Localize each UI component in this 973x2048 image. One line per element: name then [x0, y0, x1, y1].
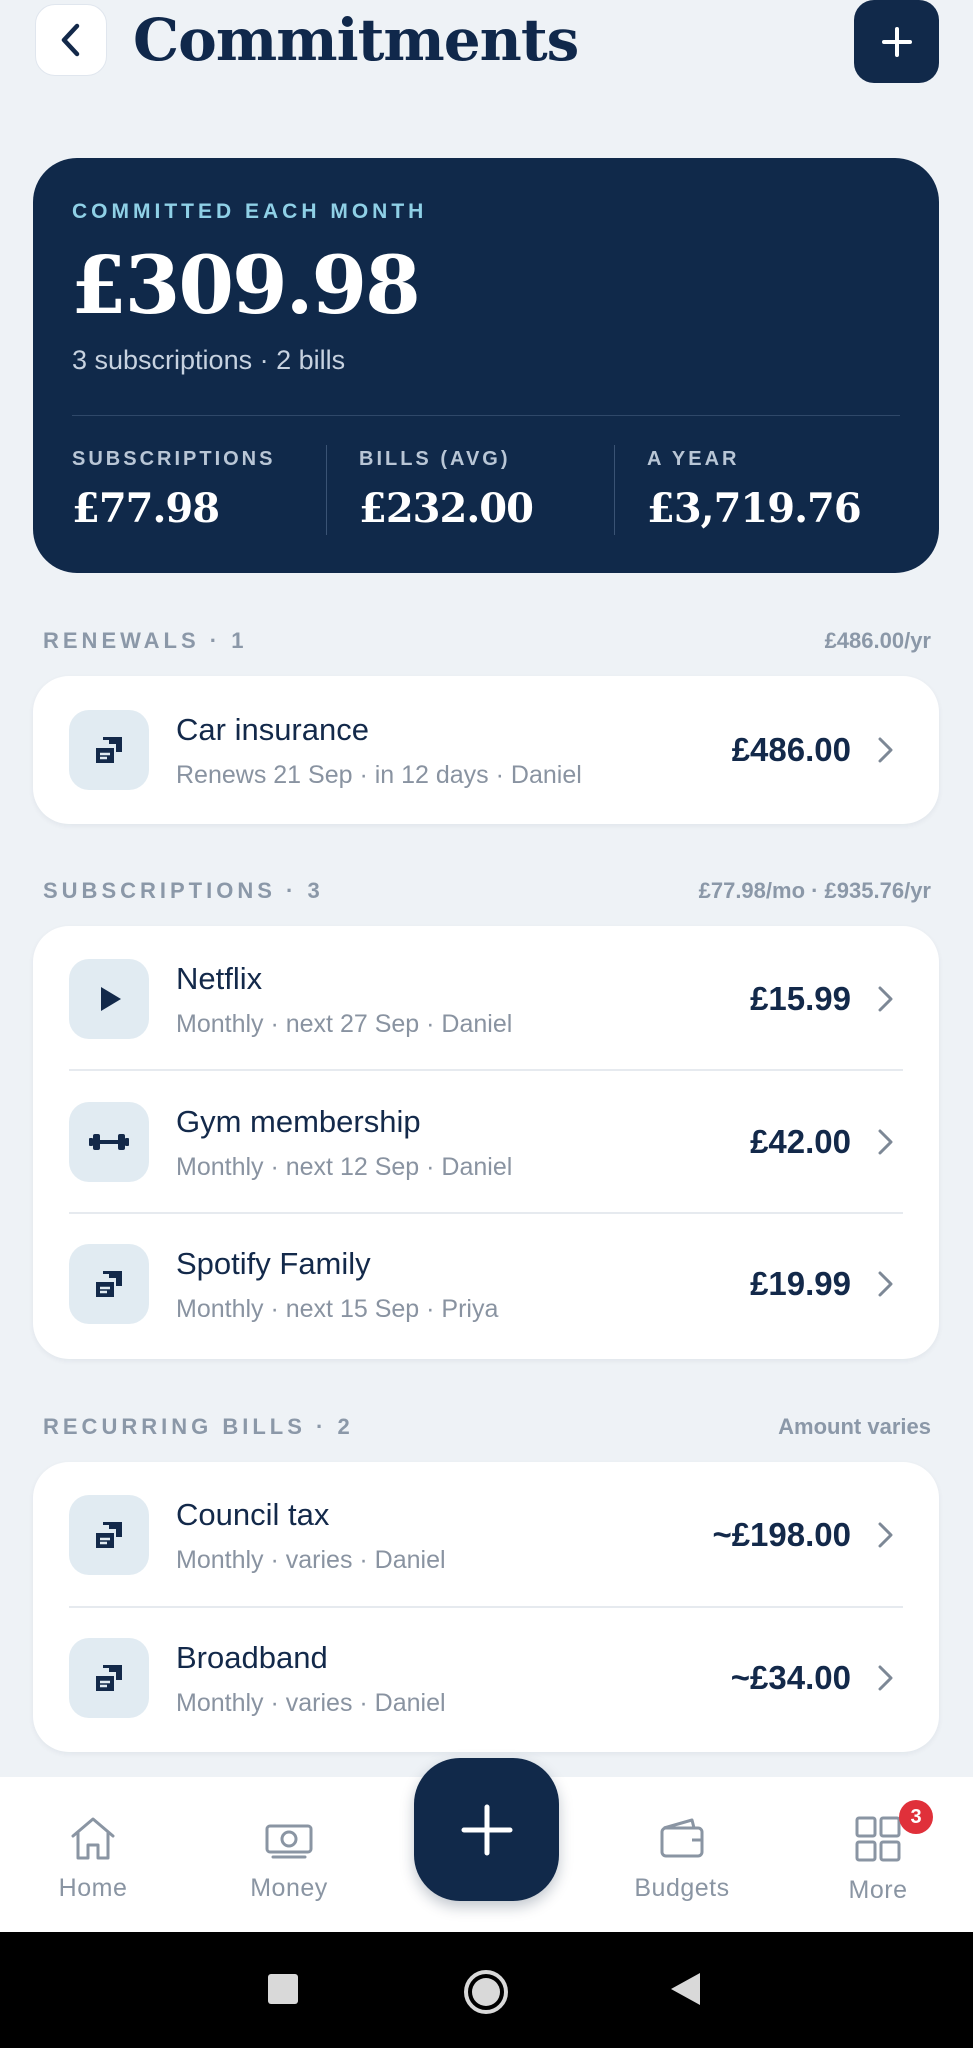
- item-details: Renews 21 Sep · in 12 days · Daniel: [176, 761, 582, 789]
- chevron-left-icon: [61, 23, 80, 57]
- stat-a-year: A YEAR £3,719.76: [647, 448, 862, 532]
- list-item-netflix[interactable]: Netflix Monthly · next 27 Sep · Daniel £…: [33, 928, 939, 1070]
- back-button[interactable]: [35, 4, 107, 76]
- item-details: Monthly · next 27 Sep · Daniel: [176, 1010, 513, 1038]
- stat-value: £3,719.76: [647, 485, 862, 532]
- item-name: Car insurance: [176, 712, 369, 747]
- receipt-icon: [69, 1495, 149, 1575]
- stat-separator: [614, 445, 615, 535]
- item-name: Gym membership: [176, 1104, 421, 1139]
- item-amount: £15.99: [750, 980, 851, 1017]
- item-name: Netflix: [176, 961, 263, 996]
- chevron-right-icon: [878, 986, 893, 1012]
- recurring-bills-section-header: RECURRING BILLS · 2 Amount varies: [43, 1412, 931, 1442]
- add-commitment-button[interactable]: [854, 0, 939, 83]
- chevron-right-icon: [878, 1129, 893, 1155]
- wallet-icon: [660, 1818, 704, 1858]
- list-item-gym-membership[interactable]: Gym membership Monthly · next 12 Sep · D…: [33, 1071, 939, 1213]
- item-amount: £486.00: [731, 731, 851, 768]
- item-details: Monthly · next 12 Sep · Daniel: [176, 1153, 513, 1181]
- stat-label: SUBSCRIPTIONS: [72, 448, 276, 470]
- section-meta: £486.00/yr: [824, 628, 931, 653]
- app-header: Commitments: [0, 0, 973, 100]
- nav-label: Money: [250, 1874, 328, 1902]
- summary-eyebrow: COMMITTED EACH MONTH: [72, 200, 428, 223]
- nav-money[interactable]: Money: [219, 1777, 359, 1932]
- item-name: Council tax: [176, 1497, 330, 1532]
- list-item-council-tax[interactable]: Council tax Monthly · varies · Daniel ~£…: [33, 1464, 939, 1606]
- commitment-counts: 3 subscriptions · 2 bills: [72, 345, 346, 375]
- system-navigation-bar: [0, 1932, 973, 2048]
- stat-bills-avg: BILLS (AVG) £232.00: [359, 448, 534, 532]
- receipt-icon: [69, 1638, 149, 1718]
- subscriptions-section-header: SUBSCRIPTIONS · 3 £77.98/mo · £935.76/yr: [43, 876, 931, 906]
- home-circle-icon[interactable]: [462, 1968, 510, 2016]
- summary-divider: [72, 415, 900, 416]
- nav-label: Home: [58, 1874, 128, 1902]
- section-title: SUBSCRIPTIONS · 3: [43, 878, 324, 903]
- item-amount: ~£198.00: [712, 1516, 851, 1553]
- section-meta: Amount varies: [778, 1414, 931, 1439]
- item-name: Broadband: [176, 1640, 328, 1675]
- dumbbell-icon: [69, 1102, 149, 1182]
- stat-value: £77.98: [72, 485, 220, 532]
- list-item-spotify-family[interactable]: Spotify Family Monthly · next 15 Sep · P…: [33, 1213, 939, 1355]
- receipt-icon: [69, 710, 149, 790]
- stat-subscriptions: SUBSCRIPTIONS £77.98: [72, 448, 275, 532]
- item-details: Monthly · varies · Daniel: [176, 1689, 446, 1717]
- recents-icon[interactable]: [266, 1972, 300, 2006]
- plus-icon: [461, 1804, 512, 1855]
- recurring-bills-card: Council tax Monthly · varies · Daniel ~£…: [33, 1462, 939, 1752]
- monthly-summary-card: COMMITTED EACH MONTH £309.98 3 subscript…: [33, 158, 939, 573]
- play-icon: [69, 959, 149, 1039]
- renewals-section-header: RENEWALS · 1 £486.00/yr: [43, 626, 931, 656]
- quick-add-button[interactable]: [414, 1758, 559, 1901]
- plus-icon: [881, 26, 912, 57]
- stat-label: BILLS (AVG): [359, 448, 511, 470]
- subscriptions-card: Netflix Monthly · next 27 Sep · Daniel £…: [33, 926, 939, 1359]
- chevron-right-icon: [878, 1271, 893, 1297]
- monthly-total: £309.98: [71, 238, 421, 332]
- stat-label: A YEAR: [647, 448, 740, 470]
- section-title: RENEWALS · 1: [43, 628, 248, 653]
- item-amount: ~£34.00: [730, 1659, 851, 1696]
- banknote-icon: [265, 1824, 313, 1859]
- list-item-broadband[interactable]: Broadband Monthly · varies · Daniel ~£34…: [33, 1607, 939, 1749]
- nav-label: More: [848, 1876, 908, 1904]
- chevron-right-icon: [878, 1665, 893, 1691]
- list-item-car-insurance[interactable]: Car insurance Renews 21 Sep · in 12 days…: [33, 679, 939, 821]
- nav-more[interactable]: More: [808, 1777, 948, 1932]
- home-icon: [71, 1817, 115, 1860]
- stat-separator: [326, 445, 327, 535]
- nav-budgets[interactable]: Budgets: [612, 1777, 752, 1932]
- page-title: Commitments: [133, 6, 579, 74]
- chevron-right-icon: [878, 737, 893, 763]
- nav-home[interactable]: Home: [23, 1777, 163, 1932]
- item-amount: £19.99: [750, 1265, 851, 1302]
- item-details: Monthly · next 15 Sep · Priya: [176, 1295, 499, 1323]
- item-details: Monthly · varies · Daniel: [176, 1546, 446, 1574]
- section-meta: £77.98/mo · £935.76/yr: [698, 878, 931, 903]
- chevron-right-icon: [878, 1522, 893, 1548]
- item-name: Spotify Family: [176, 1246, 371, 1281]
- stat-value: £232.00: [359, 485, 534, 532]
- item-amount: £42.00: [750, 1123, 851, 1160]
- notification-badge: 3: [899, 1800, 933, 1834]
- grid-icon: [855, 1816, 901, 1862]
- back-triangle-icon[interactable]: [668, 1970, 704, 2008]
- nav-label: Budgets: [634, 1874, 730, 1902]
- receipt-icon: [69, 1244, 149, 1324]
- renewals-card: Car insurance Renews 21 Sep · in 12 days…: [33, 676, 939, 824]
- section-title: RECURRING BILLS · 2: [43, 1414, 354, 1439]
